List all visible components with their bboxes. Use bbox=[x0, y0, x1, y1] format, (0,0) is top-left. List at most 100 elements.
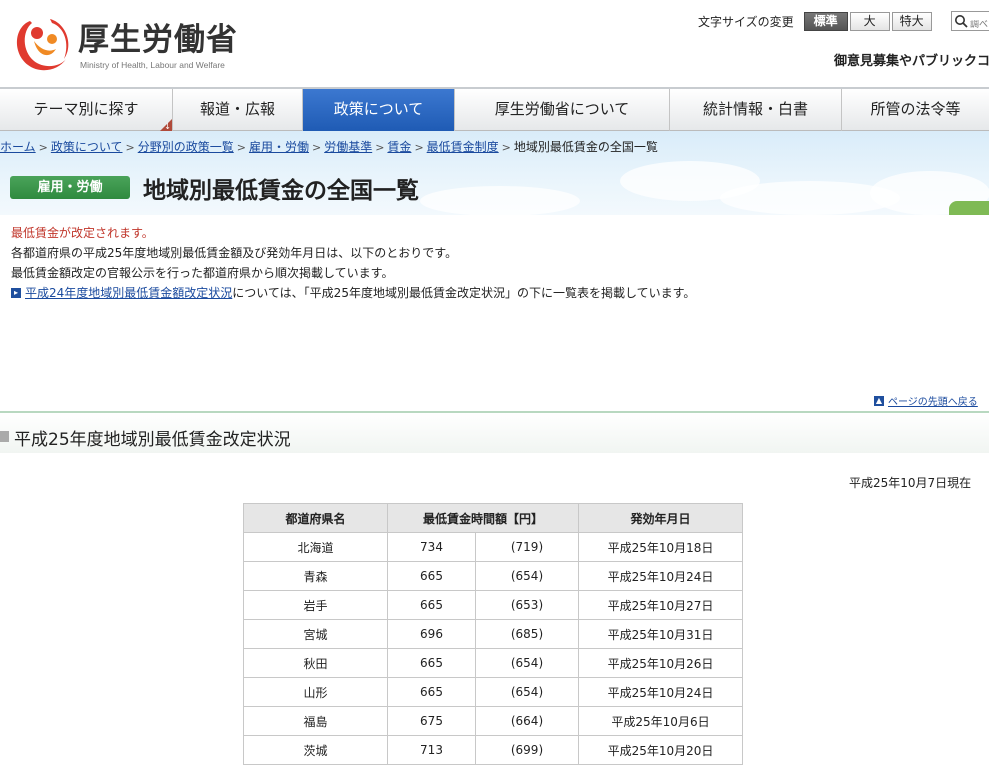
table-row: 福島 675 (664) 平成25年10月6日 bbox=[243, 706, 743, 736]
cell-prefecture: 茨城 bbox=[243, 735, 388, 765]
cell-effective-date: 平成25年10月6日 bbox=[578, 706, 743, 736]
cell-previous-wage: (699) bbox=[475, 735, 579, 765]
breadcrumb-link-employment[interactable]: 雇用・労働 bbox=[249, 140, 309, 154]
revision-notice: 最低賃金が改定されます。 bbox=[11, 226, 154, 240]
link-arrow-icon: ▸ bbox=[11, 287, 21, 298]
logo-title[interactable]: 厚生労働省 bbox=[78, 14, 238, 59]
cell-previous-wage: (719) bbox=[475, 532, 579, 562]
h24-revision-link[interactable]: 平成24年度地域別最低賃金額改定状況 bbox=[25, 284, 232, 301]
cell-effective-date: 平成25年10月26日 bbox=[578, 648, 743, 678]
column-header-effective-date: 発効年月日 bbox=[578, 503, 743, 533]
table-row: 青森 665 (654) 平成25年10月24日 bbox=[243, 561, 743, 591]
cell-effective-date: 平成25年10月31日 bbox=[578, 619, 743, 649]
cell-prefecture: 福島 bbox=[243, 706, 388, 736]
nav-item-label: 報道・広報 bbox=[199, 100, 275, 118]
cell-prefecture: 青森 bbox=[243, 561, 388, 591]
breadcrumb-link-policy-list[interactable]: 分野別の政策一覧 bbox=[138, 140, 234, 154]
font-size-standard-button[interactable]: 標準 bbox=[803, 11, 848, 31]
page-banner: ホーム > 政策について > 分野別の政策一覧 > 雇用・労働 > 労働基準 > 賃金 > 最低賃金制度… bbox=[0, 131, 989, 215]
page-title: 地域別最低賃金の全国一覧 bbox=[143, 178, 419, 204]
search-input[interactable] bbox=[970, 20, 989, 30]
nav-item-label: 政策について bbox=[333, 100, 424, 118]
breadcrumb-link-policy[interactable]: 政策について bbox=[51, 140, 123, 154]
cell-previous-wage: (654) bbox=[475, 648, 579, 678]
column-header-hourly-wage: 最低賃金時間額【円】 bbox=[387, 503, 579, 533]
heading-marker-icon bbox=[0, 431, 9, 442]
breadcrumb: ホーム > 政策について > 分野別の政策一覧 > 雇用・労働 > 労働基準 > 賃金 > 最低賃金制度… bbox=[0, 140, 658, 154]
cell-effective-date: 平成25年10月24日 bbox=[578, 561, 743, 591]
font-size-xlarge-button[interactable]: 特大 bbox=[891, 11, 932, 31]
nav-item-policy[interactable]: 政策について bbox=[303, 89, 455, 131]
nav-item-label: 厚生労働省について bbox=[494, 100, 630, 118]
cell-prefecture: 山形 bbox=[243, 677, 388, 707]
mhlw-logo-icon[interactable] bbox=[10, 9, 74, 75]
cell-hourly-wage: 665 bbox=[387, 561, 476, 591]
column-header-prefecture: 都道府県名 bbox=[243, 503, 388, 533]
section-heading: 平成25年度地域別最低賃金改定状況 bbox=[0, 413, 989, 453]
intro-line-1: 各都道府県の平成25年度地域別最低賃金額及び発効年月日は、以下のとおりです。 bbox=[11, 246, 458, 260]
cell-hourly-wage: 665 bbox=[387, 590, 476, 620]
intro-line-3: ▸ 平成24年度地域別最低賃金額改定状況 については、「平成25年度地域別最低賃… bbox=[11, 284, 695, 301]
cell-effective-date: 平成25年10月18日 bbox=[578, 532, 743, 562]
cell-effective-date: 平成25年10月20日 bbox=[578, 735, 743, 765]
cell-hourly-wage: 675 bbox=[387, 706, 476, 736]
site-header: 厚生労働省 Ministry of Health, Labour and Wel… bbox=[0, 0, 989, 89]
table-header-row: 都道府県名 最低賃金時間額【円】 発効年月日 bbox=[243, 503, 743, 533]
cell-previous-wage: (654) bbox=[475, 677, 579, 707]
breadcrumb-separator: > bbox=[38, 141, 48, 154]
nav-item-theme-search[interactable]: テーマ別に探す ↓ bbox=[0, 89, 173, 131]
logo-subtitle: Ministry of Health, Labour and Welfare bbox=[80, 60, 225, 70]
breadcrumb-link-wages[interactable]: 賃金 bbox=[387, 140, 411, 154]
cell-hourly-wage: 665 bbox=[387, 677, 476, 707]
main-content: 最低賃金が改定されます。 各都道府県の平成25年度地域別最低賃金額及び発効年月日… bbox=[0, 215, 989, 766]
cell-previous-wage: (685) bbox=[475, 619, 579, 649]
font-size-switcher: 文字サイズの変更 標準 大 特大 bbox=[698, 11, 934, 31]
nav-item-laws[interactable]: 所管の法令等 bbox=[842, 89, 989, 131]
nav-item-label: テーマ別に探す bbox=[33, 100, 139, 118]
cell-hourly-wage: 665 bbox=[387, 648, 476, 678]
cell-effective-date: 平成25年10月24日 bbox=[578, 677, 743, 707]
table-row: 茨城 713 (699) 平成25年10月20日 bbox=[243, 735, 743, 765]
nav-item-label: 統計情報・白書 bbox=[702, 100, 808, 118]
intro-line-2: 最低賃金額改定の官報公示を行った都道府県から順次掲載しています。 bbox=[11, 266, 394, 280]
up-arrow-icon: ▲ bbox=[874, 395, 884, 406]
breadcrumb-link-min-wage-system[interactable]: 最低賃金制度 bbox=[427, 140, 499, 154]
table-row: 秋田 665 (654) 平成25年10月26日 bbox=[243, 648, 743, 678]
font-size-large-button[interactable]: 大 bbox=[849, 11, 890, 31]
search-box[interactable] bbox=[951, 11, 989, 31]
cell-prefecture: 北海道 bbox=[243, 532, 388, 562]
as-of-date: 平成25年10月7日現在 bbox=[849, 476, 972, 490]
breadcrumb-current: 地域別最低賃金の全国一覧 bbox=[513, 140, 658, 154]
breadcrumb-link-labor-standards[interactable]: 労働基準 bbox=[324, 140, 372, 154]
public-comment-link[interactable]: 御意見募集やパブリックコ bbox=[834, 50, 989, 69]
section-title: 平成25年度地域別最低賃金改定状況 bbox=[14, 430, 291, 450]
table-row: 岩手 665 (653) 平成25年10月27日 bbox=[243, 590, 743, 620]
cell-previous-wage: (653) bbox=[475, 590, 579, 620]
cell-effective-date: 平成25年10月27日 bbox=[578, 590, 743, 620]
global-nav: テーマ別に探す ↓ 報道・広報 政策について 厚生労働省について 統計情報・白書… bbox=[0, 89, 989, 131]
banner-decoration bbox=[949, 201, 989, 215]
category-badge: 雇用・労働 bbox=[10, 176, 130, 199]
nav-item-press[interactable]: 報道・広報 bbox=[173, 89, 303, 131]
font-size-label: 文字サイズの変更 bbox=[698, 14, 794, 29]
cell-hourly-wage: 696 bbox=[387, 619, 476, 649]
back-to-top-link[interactable]: ページの先頭へ戻る bbox=[888, 393, 978, 408]
cell-hourly-wage: 713 bbox=[387, 735, 476, 765]
min-wage-table: 都道府県名 最低賃金時間額【円】 発効年月日 北海道 734 (719) 平成25年1… bbox=[243, 503, 743, 765]
cell-prefecture: 宮城 bbox=[243, 619, 388, 649]
intro-link-suffix: については、「平成25年度地域別最低賃金改定状況」の下に一覧表を掲載しています。 bbox=[232, 286, 696, 300]
back-to-top: ▲ ページの先頭へ戻る bbox=[874, 393, 978, 408]
cell-prefecture: 岩手 bbox=[243, 590, 388, 620]
nav-item-about-ministry[interactable]: 厚生労働省について bbox=[455, 89, 670, 131]
nav-item-statistics[interactable]: 統計情報・白書 bbox=[670, 89, 842, 131]
table-row: 山形 665 (654) 平成25年10月24日 bbox=[243, 677, 743, 707]
breadcrumb-link-home[interactable]: ホーム bbox=[0, 140, 36, 154]
cell-previous-wage: (654) bbox=[475, 561, 579, 591]
cell-hourly-wage: 734 bbox=[387, 532, 476, 562]
table-row: 北海道 734 (719) 平成25年10月18日 bbox=[243, 532, 743, 562]
nav-item-label: 所管の法令等 bbox=[870, 100, 961, 118]
search-icon[interactable] bbox=[954, 14, 968, 28]
cell-previous-wage: (664) bbox=[475, 706, 579, 736]
cell-prefecture: 秋田 bbox=[243, 648, 388, 678]
table-row: 宮城 696 (685) 平成25年10月31日 bbox=[243, 619, 743, 649]
